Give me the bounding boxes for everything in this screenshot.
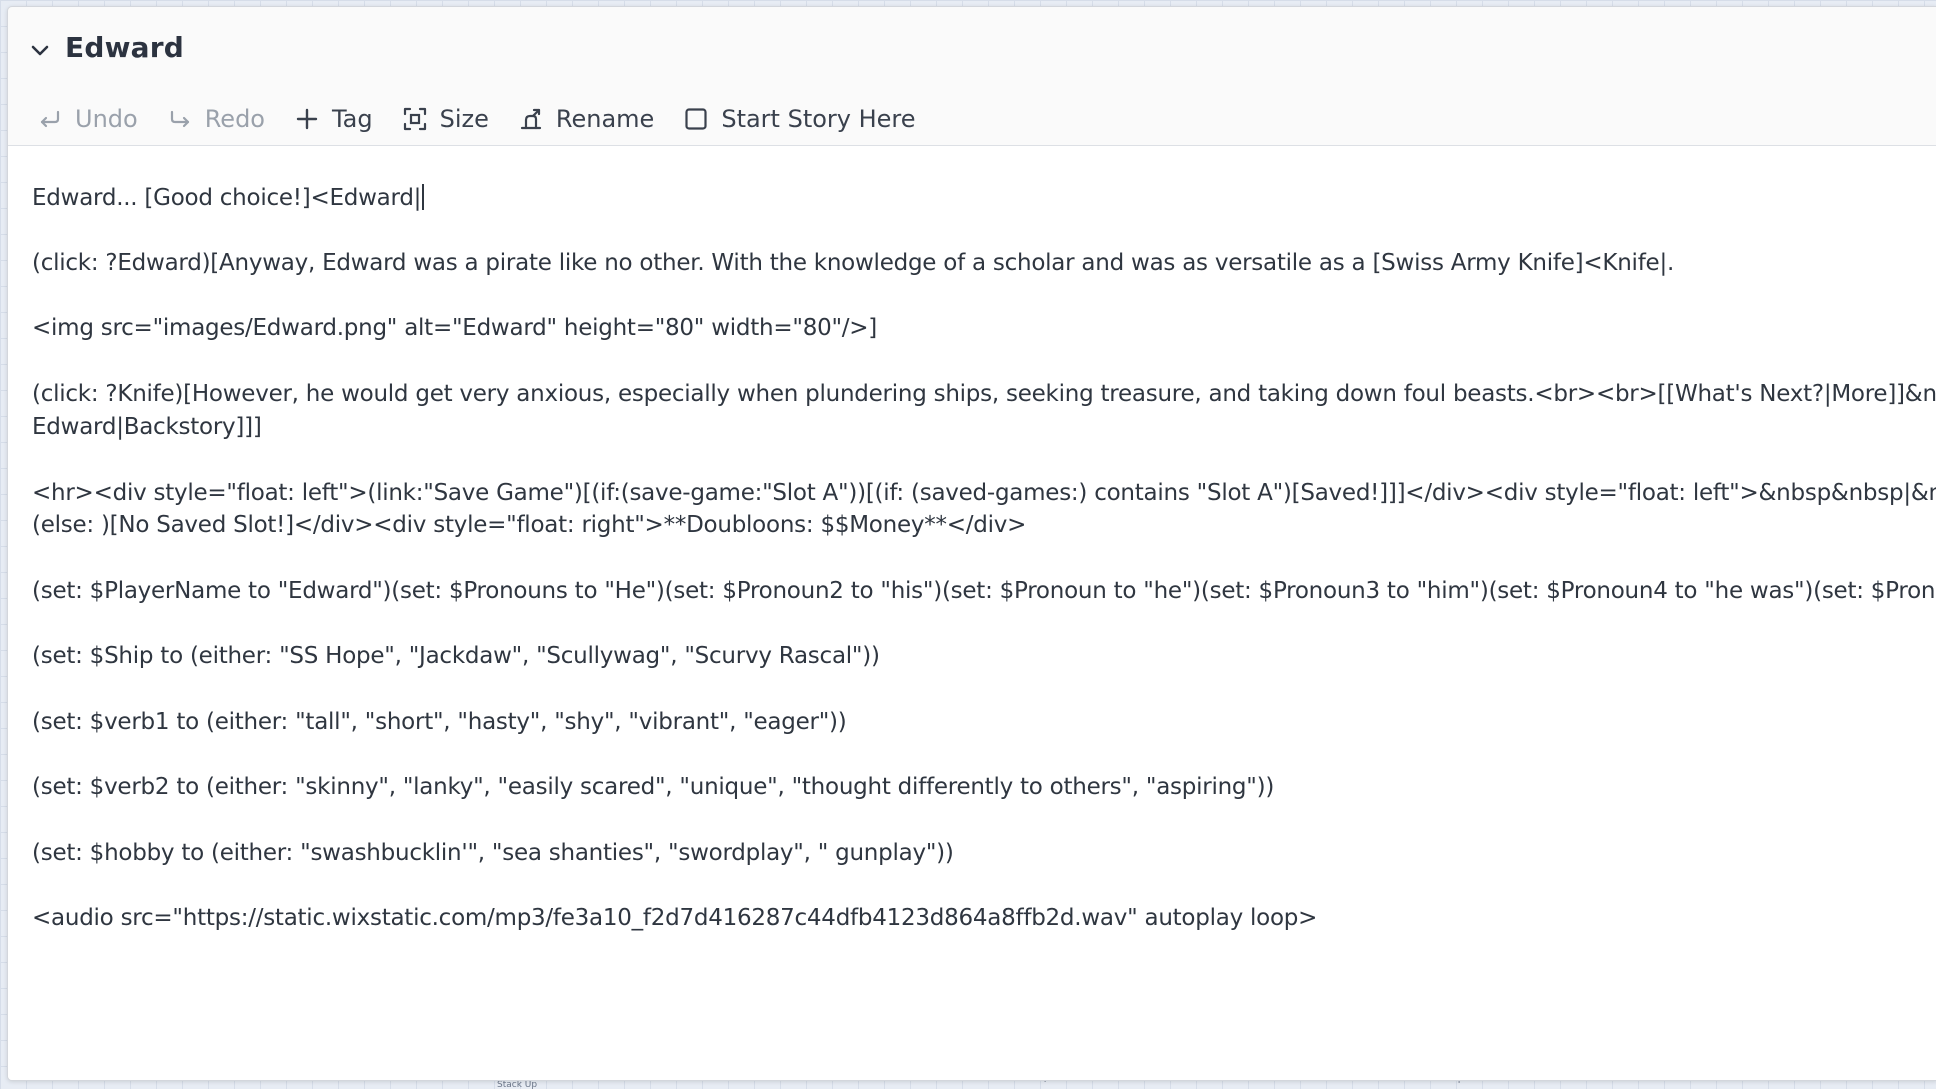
redo-button[interactable]: Redo — [159, 98, 275, 140]
passage-text-editor[interactable]: Edward... [Good choice!]<Edward| (click:… — [8, 146, 1936, 1080]
code-line: (set: $PlayerName to "Edward")(set: $Pro… — [32, 578, 1936, 604]
start-story-here-label: Start Story Here — [721, 105, 916, 133]
rename-icon — [518, 106, 544, 132]
rename-label: Rename — [555, 105, 655, 133]
size-label: Size — [439, 105, 489, 133]
rename-button[interactable]: Rename — [510, 98, 664, 140]
undo-label: Undo — [75, 105, 138, 133]
passage-title: Edward — [65, 31, 184, 64]
undo-button[interactable]: Undo — [29, 98, 148, 140]
code-line: <audio src="https://static.wixstatic.com… — [32, 905, 1318, 931]
passage-edit-dialog: Edward Undo Redo Tag Size Rename Start S… — [7, 6, 1936, 1081]
redo-icon — [167, 106, 193, 132]
story-map-passage-label: Stack Up — [497, 1080, 538, 1089]
plus-icon — [294, 106, 320, 132]
checkbox-icon — [683, 106, 709, 132]
code-line: (click: ?Edward)[Anyway, Edward was a pi… — [32, 250, 1675, 276]
start-story-here-checkbox[interactable]: Start Story Here — [675, 98, 925, 140]
code-line: Edward|Backstory]]] — [32, 414, 262, 440]
resize-icon — [402, 106, 428, 132]
code-line: (set: $hobby to (either: "swashbucklin'"… — [32, 840, 954, 866]
code-line: (set: $Ship to (either: "SS Hope", "Jack… — [32, 643, 880, 669]
code-line: Edward... [Good choice!]<Edward| — [32, 184, 425, 211]
passage-toolbar: Undo Redo Tag Size Rename Start Story He… — [8, 95, 1936, 143]
code-line: (else: )[No Saved Slot!]</div><div style… — [32, 512, 1027, 538]
collapse-button[interactable] — [28, 39, 52, 63]
code-line: (click: ?Knife)[However, he would get ve… — [32, 381, 1936, 407]
undo-icon — [37, 106, 63, 132]
text-cursor — [422, 184, 425, 210]
code-line: (set: $verb1 to (either: "tall", "short"… — [32, 709, 847, 735]
code-line: <img src="images/Edward.png" alt="Edward… — [32, 315, 878, 341]
dialog-titlebar: Edward — [8, 7, 1936, 83]
size-button[interactable]: Size — [394, 98, 499, 140]
add-tag-button[interactable]: Tag — [286, 98, 383, 140]
chevron-down-icon — [31, 45, 49, 56]
redo-label: Redo — [204, 105, 265, 133]
tag-label: Tag — [331, 105, 373, 133]
code-line: <hr><div style="float: left">(link:"Save… — [32, 480, 1936, 506]
code-line: (set: $verb2 to (either: "skinny", "lank… — [32, 774, 1275, 800]
